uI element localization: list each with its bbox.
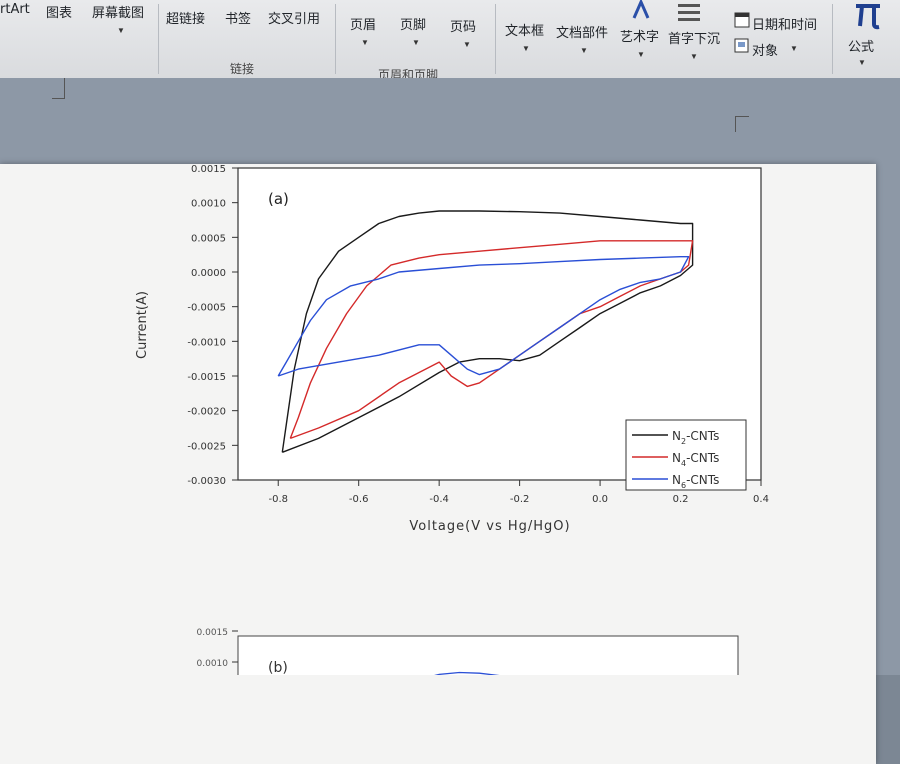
y-axis: 0.0015 0.0010 bbox=[197, 628, 238, 669]
y-tick-label: 0.0010 bbox=[197, 659, 229, 669]
cv-chart-b: 0.0015 0.0010 (b) bbox=[197, 628, 739, 675]
y-tick-label: 0.0015 bbox=[197, 628, 229, 638]
panel-label: (b) bbox=[268, 660, 288, 675]
plot-frame bbox=[237, 635, 739, 675]
